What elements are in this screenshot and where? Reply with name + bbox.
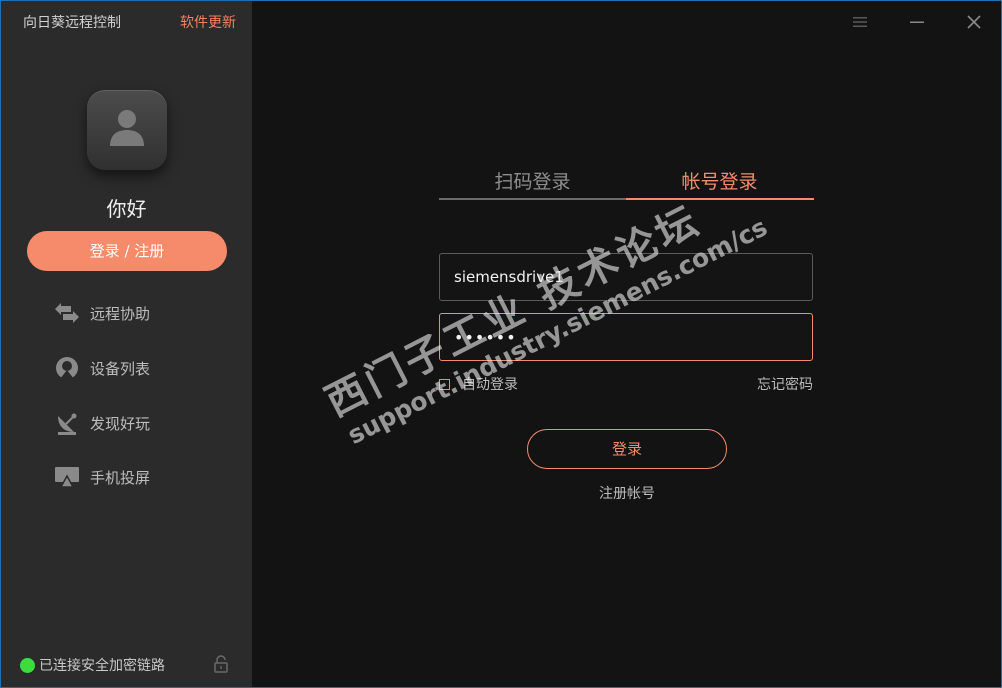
connection-status: 已连接安全加密链路 (20, 655, 165, 675)
close-icon (967, 15, 981, 29)
user-icon (110, 110, 144, 146)
menu-icon (853, 17, 867, 27)
sidebar-item-label: 手机投屏 (90, 468, 151, 487)
tab-active-indicator (626, 198, 814, 200)
avatar[interactable] (87, 90, 167, 170)
sidebar-item-remote-assist[interactable]: 远程协助 (53, 299, 150, 327)
register-account-link[interactable]: 注册帐号 (527, 483, 727, 503)
remote-assist-icon (53, 299, 81, 327)
sidebar-item-label: 远程协助 (90, 304, 151, 323)
app-title: 向日葵远程控制 (23, 15, 121, 31)
login-register-button[interactable]: 登录 / 注册 (27, 231, 227, 271)
tab-account-login[interactable]: 帐号登录 (626, 167, 813, 194)
device-list-icon (53, 354, 81, 382)
username-input[interactable] (439, 253, 813, 301)
menu-button[interactable] (849, 11, 871, 33)
checkbox-box[interactable] (439, 378, 450, 390)
close-button[interactable] (963, 11, 985, 33)
tab-qr-login[interactable]: 扫码登录 (439, 167, 626, 194)
auto-login-label: 自动登录 (462, 377, 518, 393)
sidebar-item-label: 设备列表 (90, 359, 151, 378)
sidebar-item-discover[interactable]: 发现好玩 (53, 409, 150, 437)
password-input[interactable] (439, 313, 813, 361)
tab-divider (439, 198, 626, 200)
sidebar-item-screen-mirror[interactable]: 手机投屏 (53, 463, 150, 491)
connection-status-text: 已连接安全加密链路 (39, 658, 165, 674)
screen-mirror-icon (53, 463, 81, 491)
sidebar-item-device-list[interactable]: 设备列表 (53, 354, 150, 382)
discover-icon (53, 409, 81, 437)
forgot-password-link[interactable]: 忘记密码 (757, 374, 813, 394)
auto-login-checkbox[interactable]: 自动登录 (439, 374, 518, 394)
app-window: 向日葵远程控制 软件更新 你好 登录 / 注册 远程协助 设备列表 发现好玩 手… (0, 0, 1002, 688)
minimize-icon (910, 21, 924, 23)
sidebar-item-label: 发现好玩 (90, 414, 151, 433)
minimize-button[interactable] (906, 11, 928, 33)
software-update-link[interactable]: 软件更新 (180, 12, 236, 32)
login-button[interactable]: 登录 (527, 429, 727, 469)
status-dot-icon (20, 657, 35, 673)
lock-icon[interactable] (213, 655, 229, 677)
sidebar: 向日葵远程控制 软件更新 你好 登录 / 注册 远程协助 设备列表 发现好玩 手… (1, 1, 252, 687)
watermark: 西门子工业 技术论坛 support.industry.siemens.com/… (314, 162, 772, 451)
greeting-text: 你好 (106, 197, 147, 221)
